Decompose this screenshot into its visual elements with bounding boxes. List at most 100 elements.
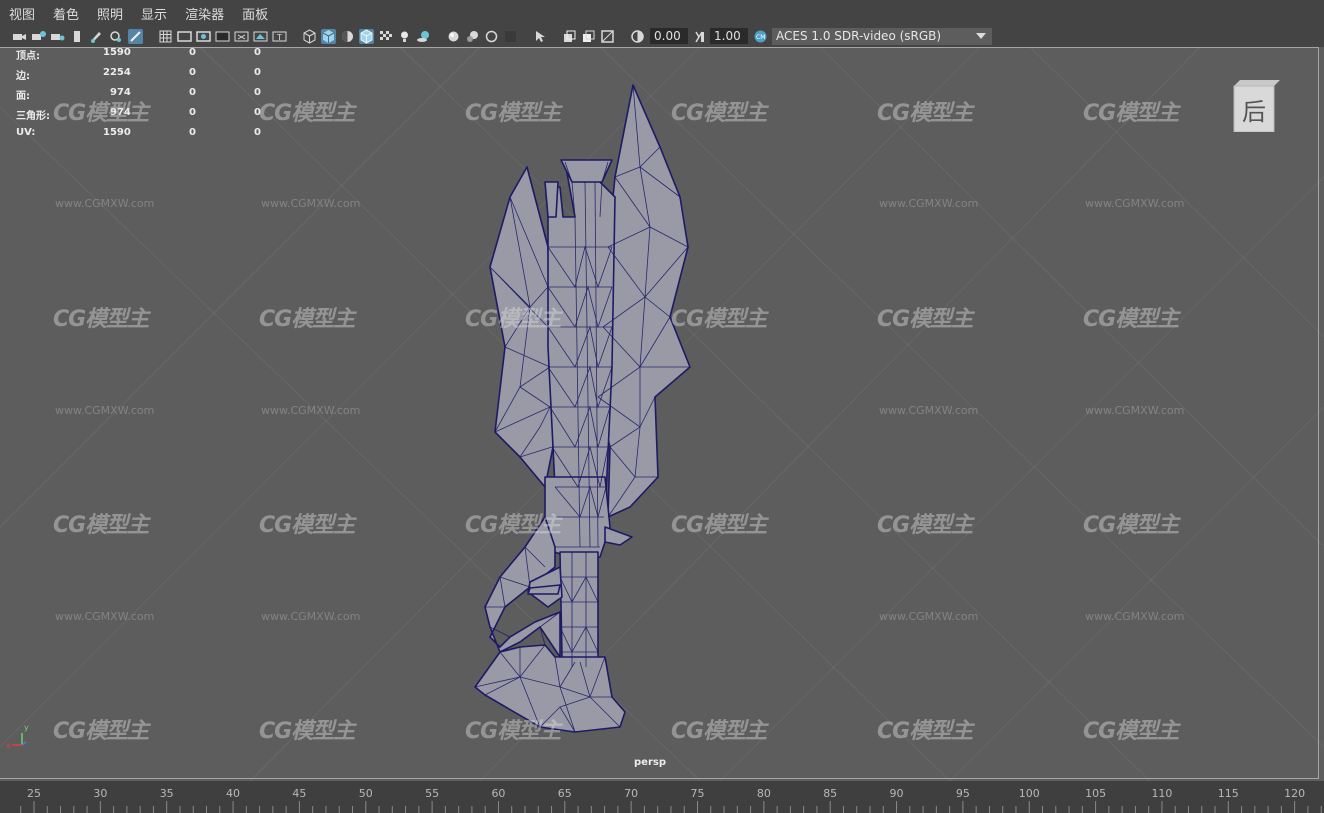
shadows-icon[interactable] bbox=[416, 29, 431, 44]
watermark-logo: CG模型主 bbox=[877, 307, 973, 332]
watermark-url: www.CGMXW.com bbox=[879, 610, 979, 623]
watermark-url: www.CGMXW.com bbox=[261, 404, 361, 417]
menu-renderer[interactable]: 渲染器 bbox=[176, 4, 233, 23]
watermark-logo: CG模型主 bbox=[53, 307, 149, 332]
watermark-logo: CG模型主 bbox=[53, 513, 149, 538]
time-label: 55 bbox=[425, 787, 440, 800]
resolution-gate-icon[interactable] bbox=[196, 29, 211, 44]
time-label: 95 bbox=[955, 787, 970, 800]
field-chart-icon[interactable] bbox=[234, 29, 249, 44]
motion-blur-icon[interactable] bbox=[465, 29, 480, 44]
film-gate-icon[interactable] bbox=[177, 29, 192, 44]
textured-icon[interactable] bbox=[378, 29, 393, 44]
time-label: 25 bbox=[27, 787, 41, 800]
watermark-url: www.CGMXW.com bbox=[879, 404, 979, 417]
time-label: 75 bbox=[690, 787, 705, 800]
view-transform-dropdown[interactable]: ACES 1.0 SDR-video (sRGB) bbox=[772, 28, 992, 45]
watermark-logo: CG模型主 bbox=[671, 307, 767, 332]
safe-action-icon[interactable] bbox=[253, 29, 268, 44]
menu-panels[interactable]: 面板 bbox=[233, 4, 277, 23]
isolate-select-icon[interactable] bbox=[533, 29, 548, 44]
time-label: 60 bbox=[491, 787, 506, 800]
menu-show[interactable]: 显示 bbox=[132, 4, 176, 23]
gamma-icon[interactable] bbox=[692, 29, 707, 44]
watermark-logo: CG模型主 bbox=[877, 513, 973, 538]
menu-lighting[interactable]: 照明 bbox=[88, 4, 132, 23]
pan-zoom-icon[interactable] bbox=[108, 29, 123, 44]
perspective-viewport[interactable]: 顶点: 1590 0 0 边: 2254 0 0 面: 974 0 0 三角形:… bbox=[0, 47, 1324, 781]
watermark-url: www.CGMXW.com bbox=[55, 610, 155, 623]
time-label: 45 bbox=[292, 787, 307, 800]
axis-y-label: y bbox=[24, 723, 29, 732]
time-label: 115 bbox=[1217, 787, 1239, 800]
grid-icon[interactable] bbox=[158, 29, 173, 44]
watermark-logo: CG模型主 bbox=[465, 513, 561, 538]
watermark-logo: CG模型主 bbox=[53, 101, 149, 126]
smooth-shade-icon[interactable] bbox=[321, 29, 336, 44]
2d-pan-zoom-icon[interactable] bbox=[128, 29, 143, 44]
default-material-icon[interactable] bbox=[340, 29, 355, 44]
use-all-lights-icon[interactable] bbox=[397, 29, 412, 44]
safe-title-icon[interactable]: T bbox=[272, 29, 287, 44]
screen-space-ao-icon[interactable] bbox=[446, 29, 461, 44]
time-label: 120 bbox=[1284, 787, 1306, 800]
time-label: 50 bbox=[358, 787, 373, 800]
time-slider-ticks bbox=[20, 801, 1322, 813]
chevron-down-icon bbox=[976, 33, 986, 39]
time-label: 105 bbox=[1085, 787, 1107, 800]
xray-joints-icon[interactable] bbox=[600, 29, 615, 44]
time-label: 65 bbox=[557, 787, 572, 800]
time-label: 35 bbox=[159, 787, 174, 800]
menu-view[interactable]: 视图 bbox=[0, 4, 44, 23]
watermark-logo: CG模型主 bbox=[1083, 307, 1179, 332]
color-management-icon[interactable]: CM bbox=[753, 29, 768, 44]
watermark-logo: CG模型主 bbox=[259, 513, 355, 538]
watermark-logo: CG模型主 bbox=[259, 101, 355, 126]
watermark-logo: CG模型主 bbox=[465, 101, 561, 126]
gamma-field[interactable]: 1.00 bbox=[710, 28, 748, 44]
camera-attributes-icon[interactable] bbox=[31, 29, 46, 44]
axis-gizmo: y x bbox=[6, 723, 36, 757]
view-transform-value: ACES 1.0 SDR-video (sRGB) bbox=[776, 29, 942, 43]
time-label: 80 bbox=[756, 787, 771, 800]
xray-active-components-icon[interactable] bbox=[581, 29, 596, 44]
wireframe-icon[interactable] bbox=[302, 29, 317, 44]
gate-mask-icon[interactable] bbox=[215, 29, 230, 44]
svg-text:T: T bbox=[276, 33, 282, 42]
time-label: 40 bbox=[226, 787, 241, 800]
exposure-field[interactable]: 0.00 bbox=[650, 28, 688, 44]
select-camera-icon[interactable] bbox=[12, 29, 27, 44]
camera-name-label: persp bbox=[634, 757, 666, 768]
time-label: 110 bbox=[1151, 787, 1173, 800]
view-cube[interactable]: 后 bbox=[1232, 80, 1280, 133]
xray-icon[interactable] bbox=[562, 29, 577, 44]
exposure-icon[interactable] bbox=[630, 29, 645, 44]
watermark-logo: CG模型主 bbox=[465, 307, 561, 332]
panel-toolbar: T 0.00 1.00 CM ACES 1.0 SDR-video (sRGB) bbox=[0, 27, 1324, 48]
wireframe-on-shaded-icon[interactable] bbox=[359, 29, 374, 44]
bookmarks-icon[interactable] bbox=[50, 29, 65, 44]
watermark-logo: CG模型主 bbox=[671, 101, 767, 126]
watermark-url: www.CGMXW.com bbox=[1085, 404, 1185, 417]
menu-shading[interactable]: 着色 bbox=[44, 4, 88, 23]
watermark-url: www.CGMXW.com bbox=[1085, 197, 1185, 210]
watermark-logo: CG模型主 bbox=[877, 101, 973, 126]
grease-pencil-icon[interactable] bbox=[89, 29, 104, 44]
watermark-logo: CG模型主 bbox=[1083, 101, 1179, 126]
time-label: 85 bbox=[823, 787, 838, 800]
image-plane-icon[interactable] bbox=[70, 29, 85, 44]
watermark-logo: CG模型主 bbox=[1083, 513, 1179, 538]
watermark-logo: CG模型主 bbox=[465, 719, 561, 744]
watermark-url: www.CGMXW.com bbox=[55, 404, 155, 417]
watermark-url: www.CGMXW.com bbox=[879, 197, 979, 210]
time-label: 30 bbox=[93, 787, 108, 800]
watermark-logo: CG模型主 bbox=[259, 307, 355, 332]
time-slider[interactable]: 25 30 35 40 45 50 55 60 65 70 75 80 85 90 95 100 105 110 1… bbox=[0, 781, 1324, 813]
watermark-logo: CG模型主 bbox=[1083, 719, 1179, 744]
watermark-logo: CG模型主 bbox=[53, 719, 149, 744]
time-label: 90 bbox=[889, 787, 904, 800]
multisample-aa-icon[interactable] bbox=[484, 29, 499, 44]
depth-of-field-icon[interactable] bbox=[503, 29, 518, 44]
watermark-url: www.CGMXW.com bbox=[261, 610, 361, 623]
watermark-logo: CG模型主 bbox=[259, 719, 355, 744]
